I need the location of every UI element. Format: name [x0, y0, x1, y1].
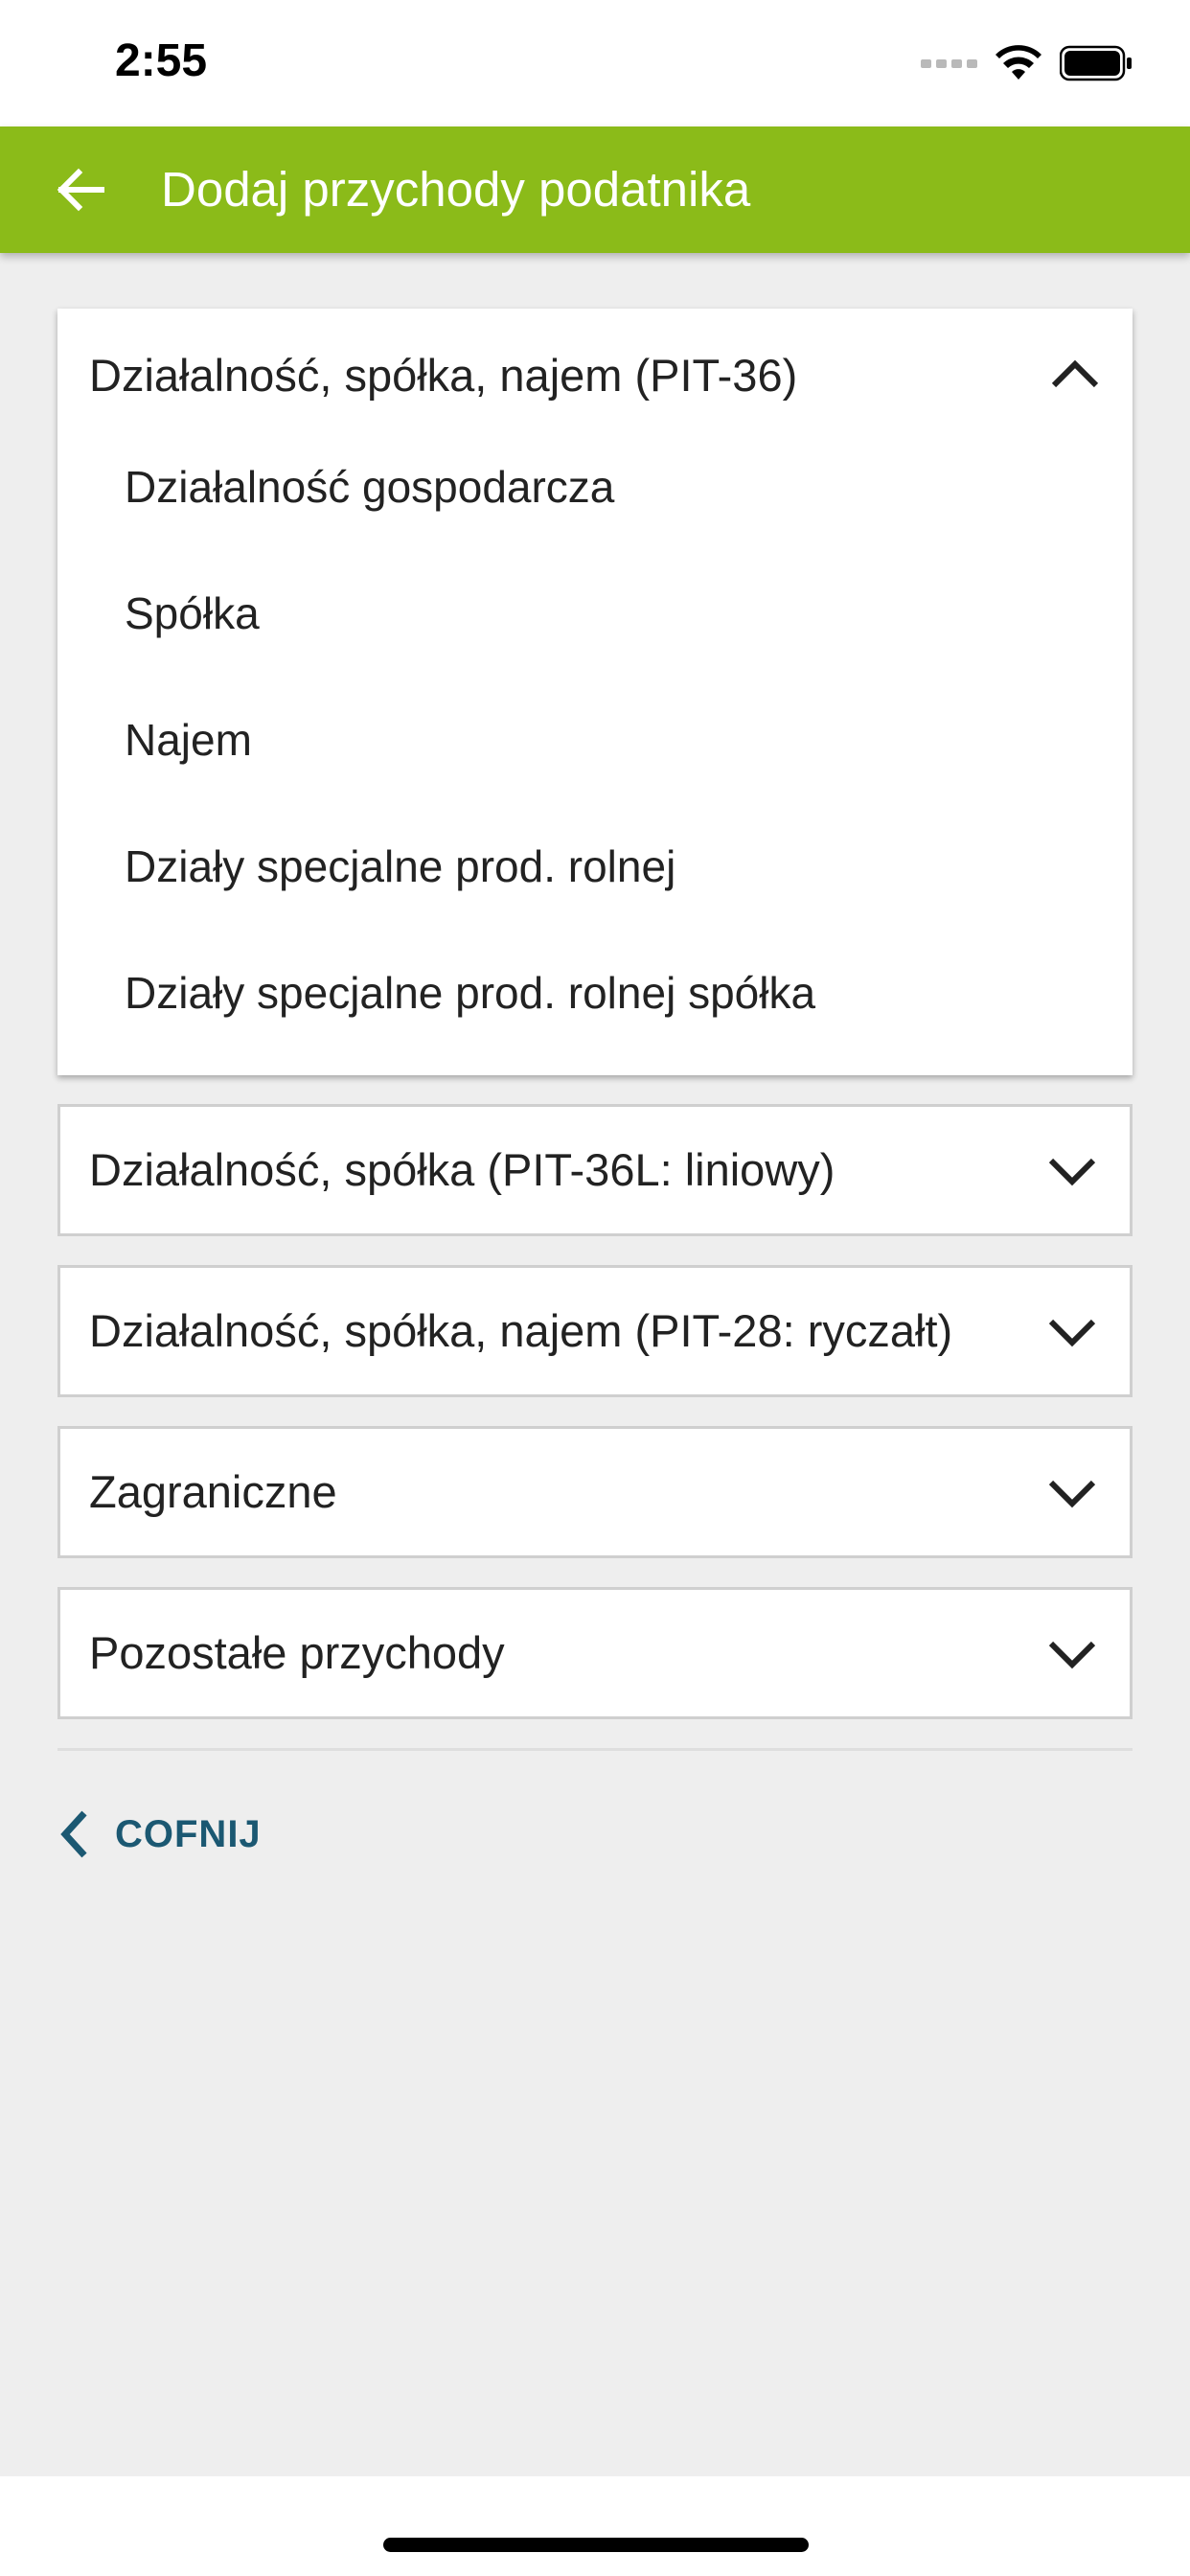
cofnij-button[interactable]: COFNIJ	[57, 1786, 262, 1882]
section-pozostale[interactable]: Pozostałe przychody	[57, 1587, 1133, 1719]
list-item-dzialy-specjalne-spolka[interactable]: Działy specjalne prod. rolnej spółka	[125, 930, 1083, 1056]
chevron-left-icon	[60, 1810, 87, 1858]
chevron-up-icon	[1051, 359, 1099, 388]
cofnij-label: COFNIJ	[115, 1812, 262, 1855]
signal-dots-icon	[921, 58, 977, 68]
section-pit36l[interactable]: Działalność, spółka (PIT-36L: liniowy)	[57, 1104, 1133, 1236]
battery-icon	[1060, 45, 1132, 81]
chevron-down-icon	[1048, 1480, 1096, 1508]
section-pit28[interactable]: Działalność, spółka, najem (PIT-28: rycz…	[57, 1265, 1133, 1397]
list-item-dzialalnosc-gospodarcza[interactable]: Działalność gospodarcza	[125, 424, 1083, 550]
back-button[interactable]	[46, 155, 115, 224]
list-item-najem[interactable]: Najem	[125, 677, 1083, 803]
section-label: Działalność, spółka, najem (PIT-36)	[89, 350, 798, 401]
chevron-down-icon	[1048, 1641, 1096, 1669]
status-icons	[921, 44, 1133, 82]
bottom-safe-area	[0, 2476, 1190, 2576]
section-label: Działalność, spółka, najem (PIT-28: rycz…	[89, 1305, 953, 1356]
chevron-down-icon	[1048, 1158, 1096, 1186]
section-label: Działalność, spółka (PIT-36L: liniowy)	[89, 1144, 835, 1195]
status-bar: 2:55	[0, 0, 1190, 126]
list-item-dzialy-specjalne[interactable]: Działy specjalne prod. rolnej	[125, 803, 1083, 930]
section-label: Pozostałe przychody	[89, 1627, 505, 1678]
home-indicator[interactable]	[383, 2538, 809, 2552]
section-label: Zagraniczne	[89, 1466, 337, 1517]
section-pit36: Działalność, spółka, najem (PIT-36) Dzia…	[57, 309, 1133, 1075]
page-title: Dodaj przychody podatnika	[161, 162, 751, 217]
section-pit36-header[interactable]: Działalność, spółka, najem (PIT-36)	[57, 309, 1133, 441]
status-time: 2:55	[115, 35, 208, 86]
content-area: Działalność, spółka, najem (PIT-36) Dzia…	[0, 253, 1190, 2476]
divider	[57, 1748, 1133, 1751]
list-item-spolka[interactable]: Spółka	[125, 550, 1083, 677]
arrow-left-icon	[57, 168, 104, 212]
section-zagraniczne[interactable]: Zagraniczne	[57, 1426, 1133, 1558]
chevron-down-icon	[1048, 1319, 1096, 1347]
wifi-icon	[995, 45, 1041, 80]
app-bar: Dodaj przychody podatnika	[0, 126, 1190, 253]
